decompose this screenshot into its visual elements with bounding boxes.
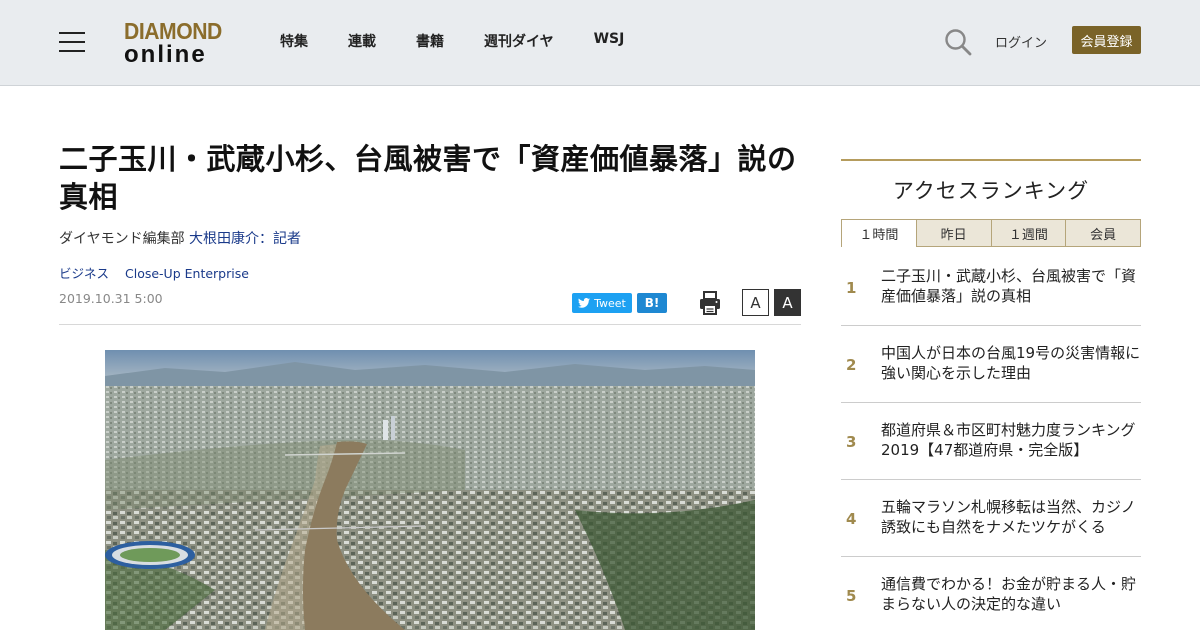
category-list: ビジネス Close-Up Enterprise <box>59 263 261 282</box>
byline: ダイヤモンド編集部 大根田康介：記者 <box>59 228 301 248</box>
logo-bottom-text: online <box>124 41 207 68</box>
category-link-series[interactable]: Close-Up Enterprise <box>125 266 249 281</box>
twitter-bird-icon <box>578 298 591 308</box>
hatena-bookmark-button[interactable]: B! <box>637 293 667 313</box>
ranking-item[interactable]: 5 通信費でわかる！お金が貯まる人・貯まらない人の決定的な違い <box>841 557 1141 630</box>
ranking-item[interactable]: 4 五輪マラソン札幌移転は当然、カジノ誘致にも自然をナメたツケがくる <box>841 480 1141 557</box>
article-hero-image <box>105 350 755 630</box>
article-title: 二子玉川・武蔵小杉、台風被害で「資産価値暴落」説の真相 <box>59 142 797 214</box>
nav-item-feature[interactable]: 特集 <box>280 31 308 51</box>
site-header: DIAMOND online 特集 連載 書籍 週刊ダイヤ WSJ ログイン 会… <box>0 0 1200 86</box>
tab-1-hour[interactable]: １時間 <box>841 219 917 247</box>
department: ダイヤモンド編集部 <box>59 231 185 247</box>
tab-1-week[interactable]: １週間 <box>991 219 1067 247</box>
register-button[interactable]: 会員登録 <box>1072 26 1141 54</box>
category-link-business[interactable]: ビジネス <box>59 266 109 281</box>
tab-members[interactable]: 会員 <box>1066 219 1141 247</box>
logo-top-text: DIAMOND <box>124 18 222 44</box>
ranking-headline[interactable]: 中国人が日本の台風19号の災害情報に強い関心を示した理由 <box>881 343 1143 383</box>
ranking-item[interactable]: 3 都道府県＆市区町村魅力度ランキング2019【47都道府県・完全版】 <box>841 403 1141 480</box>
login-link[interactable]: ログイン <box>995 32 1047 51</box>
main-nav: 特集 連載 書籍 週刊ダイヤ WSJ <box>280 31 664 51</box>
ranking-number: 2 <box>846 356 857 374</box>
ranking-number: 5 <box>846 587 857 605</box>
ranking-headline[interactable]: 都道府県＆市区町村魅力度ランキング2019【47都道府県・完全版】 <box>881 420 1143 460</box>
tab-yesterday[interactable]: 昨日 <box>916 219 992 247</box>
ranking-tabs: １時間 昨日 １週間 会員 <box>841 219 1141 247</box>
font-size-small-button[interactable]: A <box>742 289 769 316</box>
font-size-large-button[interactable]: A <box>774 289 801 316</box>
ranking-headline[interactable]: 通信費でわかる！お金が貯まる人・貯まらない人の決定的な違い <box>881 574 1143 614</box>
ranking-title: アクセスランキング <box>892 179 1090 203</box>
nav-item-series[interactable]: 連載 <box>348 31 376 51</box>
publish-date: 2019.10.31 5:00 <box>59 291 163 306</box>
search-icon[interactable] <box>944 28 972 56</box>
hamburger-menu-icon[interactable] <box>59 32 85 52</box>
ranking-headline[interactable]: 二子玉川・武蔵小杉、台風被害で「資産価値暴落」説の真相 <box>881 266 1143 306</box>
ranking-number: 1 <box>846 279 857 297</box>
tweet-label: Tweet <box>594 296 626 310</box>
tweet-button[interactable]: Tweet <box>572 293 632 313</box>
nav-item-weekly-diamond[interactable]: 週刊ダイヤ <box>484 31 554 51</box>
site-logo[interactable]: DIAMOND online <box>124 18 228 68</box>
ranking-headline[interactable]: 五輪マラソン札幌移転は当然、カジノ誘致にも自然をナメたツケがくる <box>881 497 1143 537</box>
article-header-divider <box>59 324 801 325</box>
ranking-list: 1 二子玉川・武蔵小杉、台風被害で「資産価値暴落」説の真相 2 中国人が日本の台… <box>841 249 1141 630</box>
ranking-top-rule <box>841 159 1141 161</box>
ranking-item[interactable]: 2 中国人が日本の台風19号の災害情報に強い関心を示した理由 <box>841 326 1141 403</box>
printer-icon[interactable] <box>699 291 721 315</box>
ranking-number: 3 <box>846 433 857 451</box>
nav-item-books[interactable]: 書籍 <box>416 31 444 51</box>
ranking-item[interactable]: 1 二子玉川・武蔵小杉、台風被害で「資産価値暴落」説の真相 <box>841 249 1141 326</box>
author-link[interactable]: 大根田康介：記者 <box>189 231 301 247</box>
nav-item-wsj[interactable]: WSJ <box>594 31 625 51</box>
ranking-number: 4 <box>846 510 857 528</box>
